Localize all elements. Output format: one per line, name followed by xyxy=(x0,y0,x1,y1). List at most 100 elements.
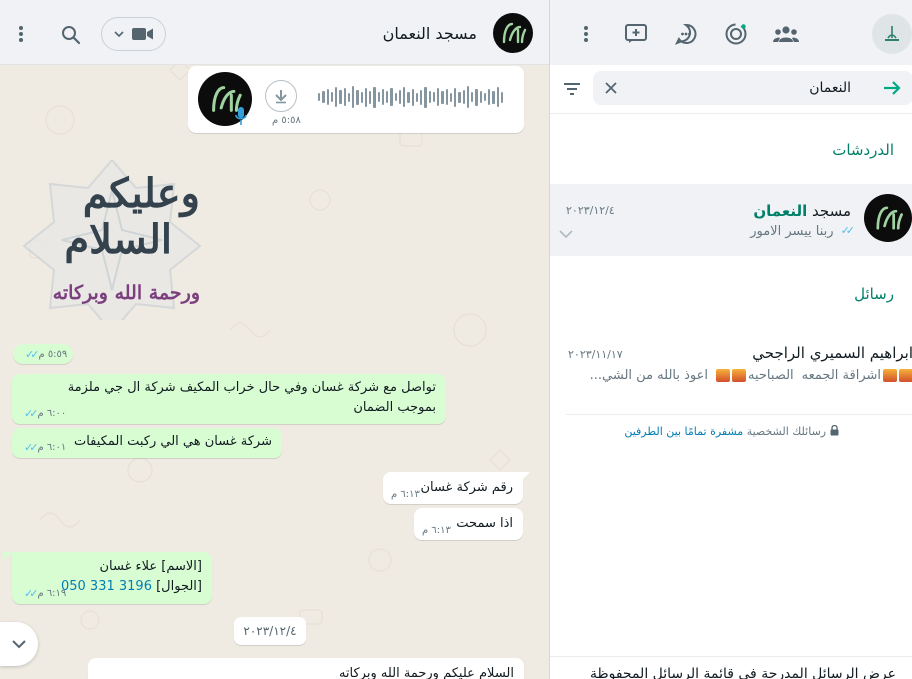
message-time: ٦:١٣ م xyxy=(391,489,420,500)
waveform-bar xyxy=(454,87,457,107)
sticker-timestamp: ٥:٥٩ م ✓✓ xyxy=(13,344,73,364)
message-result-snippet: اشراقة الجمعه الصباحيه اعوذ بالله من الش… xyxy=(573,368,912,383)
message-text: السلام عليكم ورحمة الله وبركاته xyxy=(338,666,514,679)
waveform-bar xyxy=(424,86,427,108)
message-result-row[interactable]: ابراهيم السميري الراجحي ٢٠٢٣/١١/١٧ اشراق… xyxy=(550,330,912,414)
sticker-text-3: ورحمة الله وبركاته xyxy=(52,282,200,304)
close-icon[interactable] xyxy=(601,78,621,98)
status-icon[interactable] xyxy=(722,20,750,48)
encryption-link[interactable]: مشفرة تمامًا بين الطرفين xyxy=(624,425,743,438)
waveform-bar xyxy=(386,91,389,103)
waveform-bar xyxy=(356,89,359,105)
divider xyxy=(550,113,912,114)
section-title-messages: رسائل xyxy=(854,285,894,303)
back-arrow-icon[interactable] xyxy=(879,76,905,100)
message-bubble-incoming[interactable]: رقم شركة غسان ٦:١٣ م xyxy=(383,472,523,504)
waveform-bar xyxy=(437,88,440,106)
message-bubble-outgoing[interactable]: تواصل مع شركة غسان وفي حال خراب المكيف ش… xyxy=(12,374,446,424)
sidebar-header xyxy=(550,0,912,65)
filter-icon[interactable] xyxy=(560,77,584,101)
waveform-bar xyxy=(466,86,469,108)
waveform-bar xyxy=(322,91,325,103)
waveform-bar xyxy=(407,91,410,103)
lock-icon xyxy=(830,424,839,436)
menu-icon[interactable] xyxy=(8,20,34,48)
greeting-sticker: وعليكم السلام ورحمة الله وبركاته xyxy=(12,160,212,320)
waveform-bar xyxy=(373,86,376,108)
chat-result-last-message: ✓✓ ربنا ييسر الامور xyxy=(750,224,856,239)
waveform-bar xyxy=(352,86,355,108)
channels-icon[interactable] xyxy=(672,20,700,48)
waveform-bar xyxy=(458,91,461,103)
chevron-down-icon xyxy=(12,640,26,649)
waveform-bar xyxy=(390,88,393,106)
new-chat-icon[interactable] xyxy=(622,20,650,48)
waveform-bar xyxy=(335,87,338,107)
sunrise-emoji-icon xyxy=(732,369,746,382)
waveform-bar xyxy=(428,91,431,103)
chat-avatar[interactable] xyxy=(493,13,533,53)
message-time: ٦:١٩ م xyxy=(37,588,67,599)
video-call-button[interactable] xyxy=(101,17,166,51)
section-title-chats: الدردشات xyxy=(832,141,894,159)
sunrise-emoji-icon xyxy=(899,369,912,382)
waveform-bar xyxy=(364,87,367,107)
waveform-bar xyxy=(449,92,452,102)
sunrise-emoji-icon xyxy=(716,369,730,382)
waveform-bar xyxy=(441,90,444,104)
chat-result-row[interactable]: مسجد النعمان ✓✓ ربنا ييسر الامور ٢٠٢٣/١٢… xyxy=(550,184,912,256)
waveform-bar xyxy=(398,90,401,104)
waveform-bar xyxy=(339,90,342,104)
waveform-bar xyxy=(492,90,495,104)
encryption-notice: رسائلك الشخصية مشفرة تمامًا بين الطرفين xyxy=(550,424,912,438)
read-ticks-icon: ✓✓ xyxy=(24,407,39,420)
search-icon[interactable] xyxy=(56,20,86,50)
search-bar[interactable]: النعمان xyxy=(593,71,912,105)
waveform-bar xyxy=(432,92,435,102)
read-ticks-icon: ✓✓ xyxy=(25,348,40,361)
waveform-bar xyxy=(411,88,414,106)
chevron-down-icon[interactable] xyxy=(558,224,574,240)
waveform-bar xyxy=(326,89,329,105)
waveform-bar xyxy=(343,88,346,106)
download-icon[interactable] xyxy=(265,80,297,112)
message-bubble-incoming[interactable]: اذا سمحت ٦:١٣ م xyxy=(414,508,523,540)
waveform-bar xyxy=(394,93,397,101)
chat-result-date: ٢٠٢٣/١٢/٤ xyxy=(566,204,615,217)
search-input[interactable]: النعمان xyxy=(809,80,851,96)
mic-icon xyxy=(234,106,248,126)
chat-title[interactable]: مسجد النعمان xyxy=(383,24,477,43)
sunrise-emoji-icon xyxy=(883,369,897,382)
waveform-bar xyxy=(420,89,423,105)
waveform-bar xyxy=(500,91,503,103)
waveform-bar xyxy=(496,87,499,107)
message-bubble-outgoing[interactable]: شركة غسان هي الي ركبت المكيفات ٦:٠١ م ✓✓ xyxy=(12,428,282,458)
message-bubble-incoming[interactable]: السلام عليكم ورحمة الله وبركاته xyxy=(88,658,524,679)
result-peek-text: عرض الرسائل المدرجة في قائمة الرسائل الم… xyxy=(589,666,896,679)
waveform-bar xyxy=(479,91,482,103)
video-icon xyxy=(131,28,153,40)
divider xyxy=(550,656,912,657)
communities-icon[interactable] xyxy=(772,20,800,48)
sidebar: النعمان الدردشات مسجد النعمان ✓✓ ربنا يي… xyxy=(549,0,912,679)
bubble-tail xyxy=(3,552,12,561)
divider xyxy=(566,414,912,415)
message-text: رقم شركة غسان xyxy=(420,480,513,495)
menu-icon[interactable] xyxy=(572,20,600,48)
waveform-bar xyxy=(369,90,372,104)
contact-phone-link[interactable]: 050 331 3196 xyxy=(61,579,152,594)
chat-header: مسجد النعمان xyxy=(0,0,549,65)
waveform-bar xyxy=(360,91,363,103)
waveform-bar xyxy=(415,92,418,102)
contact-name-line: [الاسم] علاء غسان xyxy=(99,559,202,574)
message-result-date: ٢٠٢٣/١١/١٧ xyxy=(568,348,623,361)
message-result-sender: ابراهيم السميري الراجحي xyxy=(752,344,912,362)
sticker-text-1: وعليكم xyxy=(82,170,200,217)
audio-waveform[interactable] xyxy=(318,85,503,109)
waveform-bar xyxy=(475,88,478,106)
message-bubble-outgoing[interactable]: [الاسم] علاء غسان [الجوال] 050 331 3196 … xyxy=(12,552,212,604)
profile-avatar[interactable] xyxy=(872,14,912,54)
waveform-bar xyxy=(403,87,406,107)
message-time: ٦:٠١ م xyxy=(37,442,67,453)
read-ticks-icon: ✓✓ xyxy=(840,224,856,237)
